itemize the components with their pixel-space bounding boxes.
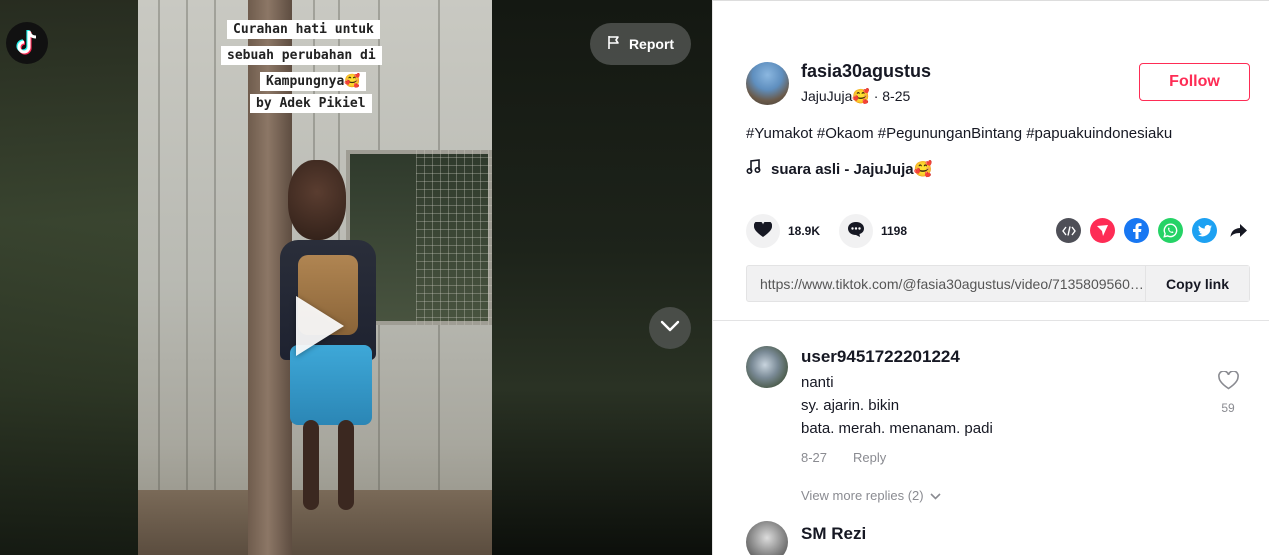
comment-reply-button[interactable]: Reply: [853, 450, 886, 465]
comment-text-line: bata. merah. menanam. padi: [801, 420, 993, 437]
author-username[interactable]: fasia30agustus: [801, 61, 931, 82]
child-shorts: [290, 345, 372, 425]
author-nickname: JajuJuja🥰: [801, 88, 870, 104]
window-mesh: [416, 150, 492, 325]
info-panel: fasia30agustus JajuJuja🥰 · 8-25 Follow #…: [712, 0, 1269, 555]
video-blur-background-right: [492, 0, 712, 555]
chevron-down-icon: [660, 319, 680, 337]
share-arrow-icon[interactable]: [1226, 218, 1251, 243]
video-frame[interactable]: Curahan hati untuk sebuah perubahan di K…: [138, 0, 492, 555]
comment-username[interactable]: user9451722201224: [801, 347, 960, 367]
comment-text-line: sy. ajarin. bikin: [801, 397, 900, 414]
video-caption-line: Kampungnya🥰: [260, 72, 367, 91]
report-button[interactable]: Report: [590, 23, 691, 65]
video-caption-line: sebuah perubahan di: [221, 46, 382, 65]
tiktok-logo-icon[interactable]: [6, 22, 48, 64]
play-icon[interactable]: [296, 296, 344, 356]
post-hashtags[interactable]: #Yumakot #Okaom #PegununganBintang #papu…: [746, 125, 1172, 142]
facebook-icon[interactable]: [1124, 218, 1149, 243]
music-link[interactable]: suara asli - JajuJuja🥰: [746, 159, 932, 178]
twitter-icon[interactable]: [1192, 218, 1217, 243]
chevron-down-icon: [930, 488, 941, 503]
view-more-replies-button[interactable]: View more replies (2): [801, 488, 941, 503]
video-link-box: https://www.tiktok.com/@fasia30agustus/v…: [746, 265, 1250, 302]
wall-plank: [214, 0, 216, 555]
comment-bubble-icon: [847, 221, 865, 241]
whatsapp-icon[interactable]: [1158, 218, 1183, 243]
post-date: · 8-25: [873, 88, 911, 104]
video-blur-background-left: [0, 0, 138, 555]
wall-plank: [158, 0, 160, 555]
comment-text-line: nanti: [801, 374, 834, 391]
follow-button[interactable]: Follow: [1139, 63, 1250, 101]
video-caption-line: Curahan hati untuk: [227, 20, 380, 39]
author-subtitle: JajuJuja🥰 · 8-25: [801, 88, 910, 105]
embed-icon[interactable]: [1056, 218, 1081, 243]
music-note-icon: [746, 159, 761, 178]
comment-meta: 8-27 Reply: [801, 450, 886, 465]
video-caption-line: by Adek Pikiel: [250, 94, 372, 113]
comment-avatar[interactable]: [746, 346, 788, 388]
author-avatar[interactable]: [746, 62, 789, 105]
heart-icon: [753, 220, 773, 241]
comment-button[interactable]: [839, 214, 873, 248]
comment-username[interactable]: SM Rezi: [801, 524, 866, 544]
child-leg: [338, 420, 354, 510]
flag-icon: [607, 35, 621, 53]
comment-count: 1198: [881, 224, 908, 238]
comment-stat: 1198: [839, 214, 907, 248]
like-count: 18.9K: [788, 224, 821, 238]
child-leg: [303, 420, 319, 510]
comment-avatar[interactable]: [746, 521, 788, 555]
like-stat: 18.9K: [746, 214, 820, 248]
next-video-button[interactable]: [649, 307, 691, 349]
like-button[interactable]: [746, 214, 780, 248]
send-icon[interactable]: [1090, 218, 1115, 243]
comment-like-button[interactable]: 59: [1216, 370, 1240, 415]
comment-date: 8-27: [801, 450, 828, 465]
copy-link-button[interactable]: Copy link: [1145, 266, 1249, 301]
child-head: [288, 160, 346, 240]
view-more-replies-label: View more replies (2): [801, 488, 924, 503]
wall-plank: [186, 0, 188, 555]
comment-like-count: 59: [1221, 401, 1235, 415]
heart-outline-icon: [1217, 370, 1239, 395]
comments-divider: [713, 320, 1269, 321]
report-label: Report: [628, 36, 675, 52]
share-icons: [1056, 218, 1251, 243]
tiktok-video-page: Curahan hati untuk sebuah perubahan di K…: [0, 0, 1269, 555]
music-title: suara asli - JajuJuja🥰: [771, 160, 933, 178]
video-panel[interactable]: Curahan hati untuk sebuah perubahan di K…: [0, 0, 712, 555]
video-link-url[interactable]: https://www.tiktok.com/@fasia30agustus/v…: [747, 276, 1145, 292]
